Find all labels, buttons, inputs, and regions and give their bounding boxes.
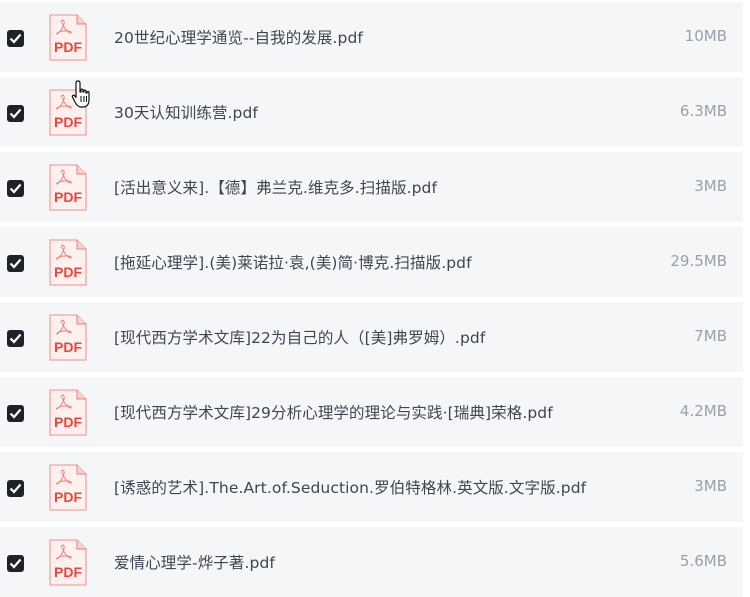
file-size: 3MB: [694, 177, 727, 195]
file-name[interactable]: 20世纪心理学通览--自我的发展.pdf: [114, 26, 363, 48]
checkbox-checked[interactable]: [7, 30, 24, 47]
file-size: 7MB: [694, 327, 727, 345]
pdf-label: PDF: [54, 339, 82, 355]
pdf-label: PDF: [54, 264, 82, 280]
file-name[interactable]: [拖延心理学].(美)莱诺拉·袁,(美)简·博克.扫描版.pdf: [114, 251, 472, 273]
pdf-file-icon: PDF: [47, 14, 89, 62]
pdf-file-icon: PDF: [47, 464, 89, 512]
file-name[interactable]: 30天认知训练营.pdf: [114, 101, 258, 123]
file-name[interactable]: 爱情心理学-烨子著.pdf: [114, 551, 275, 573]
checkbox-checked[interactable]: [7, 555, 24, 572]
file-row[interactable]: PDF [现代西方学术文库]22为自己的人（[美]弗罗姆）.pdf 7MB: [0, 302, 743, 372]
checkbox-checked[interactable]: [7, 330, 24, 347]
pdf-file-icon: PDF: [47, 539, 89, 587]
checkbox-checked[interactable]: [7, 480, 24, 497]
checkbox-checked[interactable]: [7, 405, 24, 422]
pdf-file-icon: PDF: [47, 239, 89, 287]
file-row[interactable]: PDF 30天认知训练营.pdf 6.3MB: [0, 77, 743, 147]
file-name[interactable]: [诱惑的艺术].The.Art.of.Seduction.罗伯特格林.英文版.文…: [114, 476, 586, 498]
file-row[interactable]: PDF [活出意义来].【德】弗兰克.维克多.扫描版.pdf 3MB: [0, 152, 743, 222]
file-size: 3MB: [694, 477, 727, 495]
checkbox-checked[interactable]: [7, 105, 24, 122]
file-row[interactable]: PDF [诱惑的艺术].The.Art.of.Seduction.罗伯特格林.英…: [0, 452, 743, 522]
pdf-file-icon: PDF: [47, 164, 89, 212]
pdf-label: PDF: [54, 564, 82, 580]
checkbox-checked[interactable]: [7, 180, 24, 197]
pdf-label: PDF: [54, 114, 82, 130]
pdf-label: PDF: [54, 489, 82, 505]
file-name[interactable]: [活出意义来].【德】弗兰克.维克多.扫描版.pdf: [114, 176, 437, 198]
file-row[interactable]: PDF [现代西方学术文库]29分析心理学的理论与实践·[瑞典]荣格.pdf 4…: [0, 377, 743, 447]
file-name[interactable]: [现代西方学术文库]29分析心理学的理论与实践·[瑞典]荣格.pdf: [114, 401, 553, 423]
file-size: 29.5MB: [670, 252, 727, 270]
file-row[interactable]: PDF 爱情心理学-烨子著.pdf 5.6MB: [0, 527, 743, 597]
pdf-label: PDF: [54, 414, 82, 430]
pdf-label: PDF: [54, 189, 82, 205]
file-row[interactable]: PDF [拖延心理学].(美)莱诺拉·袁,(美)简·博克.扫描版.pdf 29.…: [0, 227, 743, 297]
file-size: 5.6MB: [679, 552, 727, 570]
hand-cursor-icon: [71, 80, 90, 108]
file-size: 6.3MB: [679, 102, 727, 120]
pdf-file-icon: PDF: [47, 314, 89, 362]
checkbox-checked[interactable]: [7, 255, 24, 272]
file-row[interactable]: PDF 20世纪心理学通览--自我的发展.pdf 10MB: [0, 2, 743, 72]
pdf-file-icon: PDF: [47, 389, 89, 437]
pdf-label: PDF: [54, 39, 82, 55]
file-size: 10MB: [684, 27, 727, 45]
file-name[interactable]: [现代西方学术文库]22为自己的人（[美]弗罗姆）.pdf: [114, 326, 485, 348]
file-size: 4.2MB: [679, 402, 727, 420]
